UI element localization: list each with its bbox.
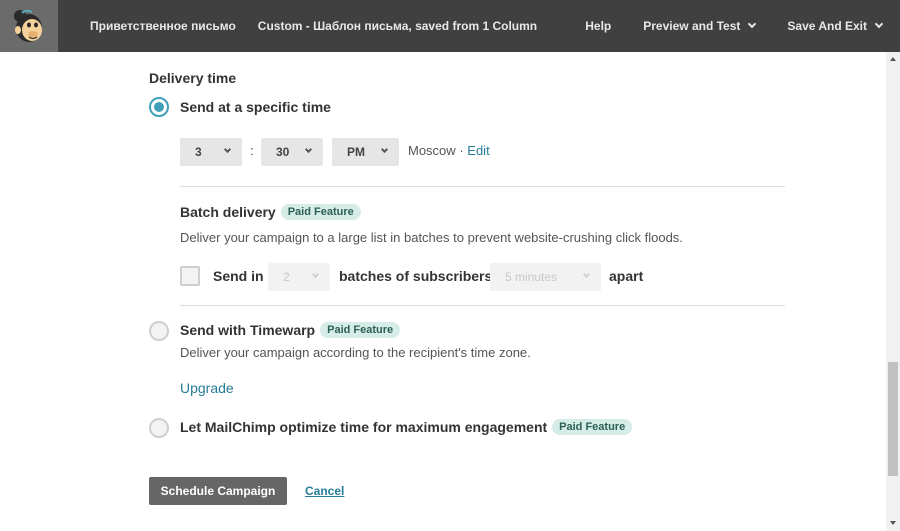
chevron-down-icon <box>582 270 591 279</box>
ampm-value: PM <box>347 145 365 159</box>
main-content: Delivery time Send at a specific time 3 … <box>0 52 886 531</box>
send-with-timewarp-radio[interactable] <box>149 321 169 341</box>
apart-label: apart <box>609 268 644 284</box>
timezone-separator: · <box>459 143 464 158</box>
optimize-time-label: Let MailChimp optimize time for maximum … <box>180 419 633 435</box>
timezone-info: Moscow · Edit <box>408 143 490 158</box>
send-in-label: Send in <box>213 268 264 284</box>
batches-of-subscribers-label: batches of subscribers <box>339 268 493 284</box>
optimize-title: Let MailChimp optimize time for maximum … <box>180 419 548 435</box>
save-and-exit-menu[interactable]: Save And Exit <box>787 19 884 33</box>
batch-delivery-title: Batch delivery <box>180 204 276 220</box>
preview-and-test-menu[interactable]: Preview and Test <box>643 19 757 33</box>
batch-interval-select[interactable]: 5 minutes <box>490 263 601 291</box>
batch-delivery-checkbox[interactable] <box>180 266 200 286</box>
minute-value: 30 <box>276 145 290 159</box>
chevron-down-icon <box>380 145 389 154</box>
optimize-time-radio[interactable] <box>149 418 169 438</box>
chevron-down-icon <box>304 145 313 154</box>
batch-interval-value: 5 minutes <box>505 270 558 284</box>
scroll-down-arrow-icon[interactable] <box>890 521 896 525</box>
chevron-down-icon <box>311 270 320 279</box>
save-exit-label: Save And Exit <box>787 19 867 33</box>
campaign-name[interactable]: Приветственное письмо <box>90 19 236 33</box>
timezone-label: Moscow <box>408 143 456 158</box>
cancel-button[interactable]: Cancel <box>305 484 344 498</box>
minute-select[interactable]: 30 <box>261 138 323 166</box>
edit-timezone-link[interactable]: Edit <box>467 143 489 158</box>
timewarp-description: Deliver your campaign according to the r… <box>180 345 531 360</box>
help-label: Help <box>585 19 612 33</box>
mailchimp-monkey-icon <box>14 9 42 42</box>
paid-feature-badge: Paid Feature <box>552 419 633 435</box>
time-separator: : <box>250 143 254 158</box>
divider <box>180 305 785 306</box>
send-specific-time-label: Send at a specific time <box>180 99 331 115</box>
top-navigation-bar: Приветственное письмо Custom - Шаблон пи… <box>0 0 900 52</box>
hour-select[interactable]: 3 <box>180 138 242 166</box>
paid-feature-badge: Paid Feature <box>320 322 401 338</box>
mailchimp-logo[interactable] <box>0 0 58 52</box>
chevron-down-icon <box>874 19 884 29</box>
chevron-down-icon <box>748 19 757 29</box>
batch-count-value: 2 <box>283 270 290 284</box>
send-specific-time-radio[interactable] <box>149 97 169 117</box>
upgrade-link[interactable]: Upgrade <box>180 380 234 396</box>
timewarp-title: Send with Timewarp <box>180 322 316 338</box>
delivery-time-heading: Delivery time <box>149 70 237 86</box>
divider <box>180 186 785 187</box>
batch-delivery-description: Deliver your campaign to a large list in… <box>180 230 683 245</box>
schedule-campaign-button[interactable]: Schedule Campaign <box>149 477 287 505</box>
hour-value: 3 <box>195 145 202 159</box>
scroll-up-arrow-icon[interactable] <box>890 57 896 61</box>
chevron-down-icon <box>223 145 232 154</box>
preview-label: Preview and Test <box>643 19 741 33</box>
vertical-scrollbar[interactable] <box>886 52 900 531</box>
ampm-select[interactable]: PM <box>332 138 399 166</box>
paid-feature-badge: Paid Feature <box>280 204 361 220</box>
batch-count-select[interactable]: 2 <box>268 263 330 291</box>
template-name[interactable]: Custom - Шаблон письма, saved from 1 Col… <box>258 19 537 33</box>
scrollbar-thumb[interactable] <box>888 362 898 476</box>
send-with-timewarp-label: Send with Timewarp Paid Feature <box>180 322 401 338</box>
help-link[interactable]: Help <box>585 19 611 33</box>
batch-delivery-heading: Batch delivery Paid Feature <box>180 204 361 220</box>
